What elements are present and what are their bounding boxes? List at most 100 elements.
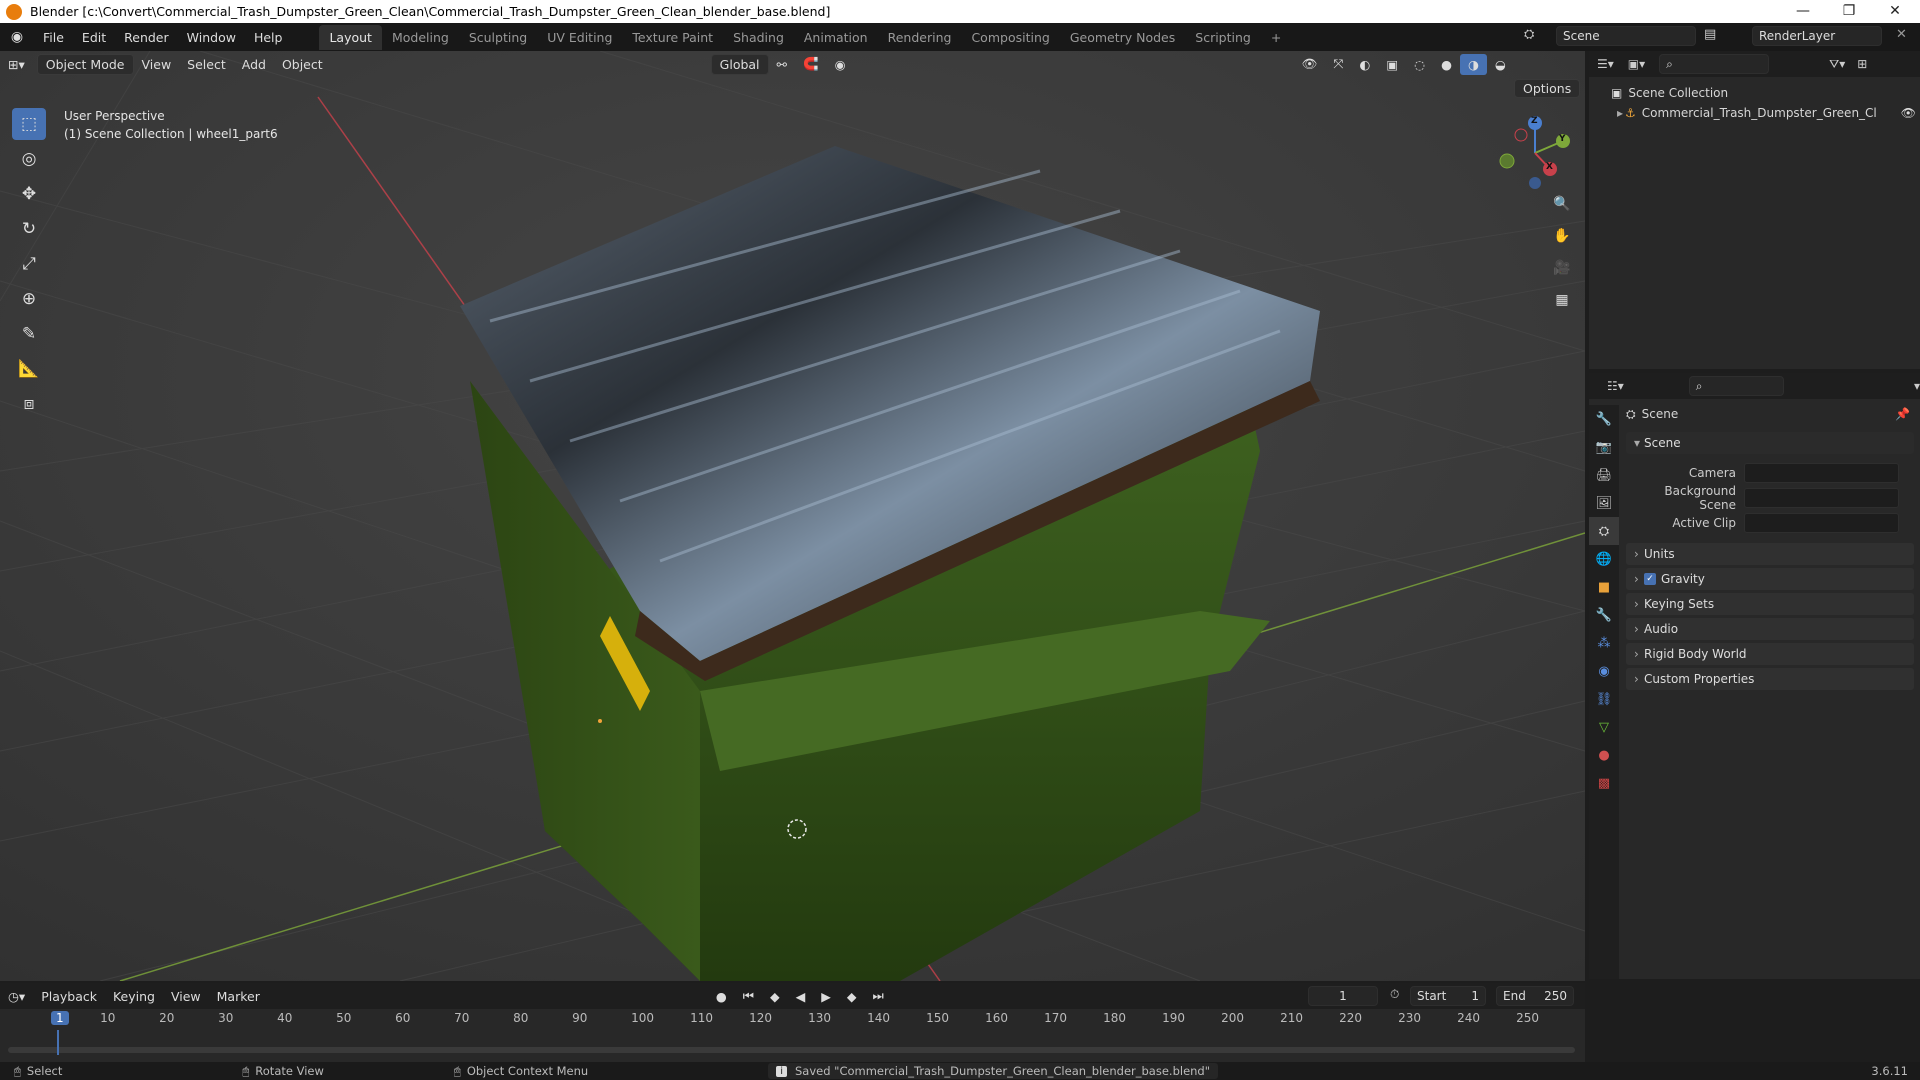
select-box-tool-icon[interactable]: ⬚ (12, 108, 46, 140)
pin-icon[interactable]: 📌 (1895, 407, 1910, 421)
close-button[interactable]: ✕ (1872, 0, 1918, 23)
proportional-edit-icon[interactable]: ◉ (827, 54, 854, 75)
playhead-line[interactable] (57, 1030, 59, 1055)
close-render-layer-icon[interactable]: ✕ (1896, 27, 1907, 42)
camera-view-icon[interactable]: 🎥 (1548, 255, 1576, 281)
physics-tab-icon[interactable]: ◉ (1589, 657, 1619, 685)
properties-editor-icon[interactable]: ☷▾ (1607, 379, 1624, 393)
material-tab-icon[interactable]: ● (1589, 741, 1619, 769)
scene-selector[interactable]: Scene (1556, 26, 1696, 46)
current-frame-field[interactable]: 1 (1308, 986, 1378, 1006)
section-units[interactable]: › Units (1626, 543, 1914, 565)
scene-panel-header[interactable]: ▾ Scene (1626, 432, 1914, 454)
eye-visibility-icon[interactable]: 👁 (1901, 106, 1916, 120)
viewport-menu-select[interactable]: Select (179, 54, 234, 75)
pan-hand-icon[interactable]: ✋ (1548, 223, 1576, 249)
tool-tab-icon[interactable]: 🔧 (1589, 405, 1619, 433)
menu-help[interactable]: Help (245, 30, 292, 45)
3d-viewport[interactable]: ⬚ ◎ ✥ ↻ ⤢ ⊕ ✎ 📐 ⧈ User Perspective (1) S… (0, 51, 1585, 981)
xray-icon[interactable]: ▣ (1378, 54, 1406, 75)
render-layer-selector[interactable]: RenderLayer (1752, 26, 1882, 46)
playback-menu[interactable]: Playback (33, 986, 105, 1007)
transform-tool-icon[interactable]: ⊕ (12, 283, 46, 315)
tab-compositing[interactable]: Compositing (961, 25, 1059, 50)
world-tab-icon[interactable]: 🌐 (1589, 545, 1619, 573)
section-custom-properties[interactable]: › Custom Properties (1626, 668, 1914, 690)
options-dropdown[interactable]: Options (1514, 79, 1581, 98)
prev-keyframe-icon[interactable]: ◆ (762, 986, 788, 1007)
tab-layout[interactable]: Layout (319, 24, 382, 50)
record-icon[interactable]: ● (708, 986, 735, 1007)
navigation-gizmo[interactable]: Z Y X (1495, 113, 1575, 193)
menu-render[interactable]: Render (115, 30, 178, 45)
gravity-checkbox[interactable]: ✓ (1644, 573, 1656, 585)
menu-edit[interactable]: Edit (73, 30, 115, 45)
section-rigid-body-world[interactable]: › Rigid Body World (1626, 643, 1914, 665)
timeline-scrollbar[interactable] (8, 1047, 1575, 1053)
play-icon[interactable]: ▶ (813, 986, 839, 1007)
tab-geometry-nodes[interactable]: Geometry Nodes (1060, 25, 1185, 50)
data-tab-icon[interactable]: ▽ (1589, 713, 1619, 741)
transform-orientation-dropdown[interactable]: Global (710, 53, 769, 75)
tab-texture-paint[interactable]: Texture Paint (622, 25, 723, 50)
background-scene-field[interactable] (1744, 487, 1899, 508)
scene-tab-icon[interactable]: ⛭ (1589, 517, 1619, 545)
texture-tab-icon[interactable]: ▩ (1589, 769, 1619, 797)
snap-icon[interactable]: 🧲 (795, 53, 827, 75)
tab-uv-editing[interactable]: UV Editing (537, 25, 622, 50)
maximize-button[interactable]: ❐ (1826, 0, 1872, 23)
rotate-tool-icon[interactable]: ↻ (12, 213, 46, 245)
properties-search-input[interactable]: ⌕ (1688, 376, 1784, 396)
start-frame-field[interactable]: Start 1 (1410, 986, 1486, 1006)
menu-window[interactable]: Window (178, 30, 245, 45)
add-workspace-button[interactable]: + (1261, 25, 1291, 50)
timeline-view-menu[interactable]: View (163, 986, 209, 1007)
scale-tool-icon[interactable]: ⤢ (12, 248, 46, 280)
filter-icon[interactable]: ⛛▾ (1829, 57, 1845, 72)
outliner-display-icon[interactable]: ▣▾ (1628, 57, 1645, 71)
timeline-editor-icon[interactable]: ◷▾ (0, 986, 33, 1007)
tab-modeling[interactable]: Modeling (382, 25, 459, 50)
solid-shading-icon[interactable]: ● (1433, 54, 1460, 75)
annotate-tool-icon[interactable]: ✎ (12, 318, 46, 350)
modifier-tab-icon[interactable]: 🔧 (1589, 601, 1619, 629)
properties-options-icon[interactable]: ▾ (1914, 379, 1920, 393)
pivot-icon[interactable]: ⚯ (769, 54, 795, 75)
render-tab-icon[interactable]: 📷 (1589, 433, 1619, 461)
outliner-editor-icon[interactable]: ☰▾ (1597, 57, 1614, 71)
active-clip-field[interactable] (1744, 512, 1899, 533)
jump-end-icon[interactable]: ⏭ (865, 985, 892, 1007)
object-tab-icon[interactable]: ■ (1589, 573, 1619, 601)
end-frame-field[interactable]: End 250 (1496, 986, 1574, 1006)
particles-tab-icon[interactable]: ⁂ (1589, 629, 1619, 657)
next-keyframe-icon[interactable]: ◆ (839, 986, 865, 1007)
outliner-item-dumpster[interactable]: Commercial_Trash_Dumpster_Green_Cl (1642, 106, 1877, 120)
add-cube-tool-icon[interactable]: ⧈ (12, 388, 46, 420)
ortho-grid-icon[interactable]: ▦ (1548, 287, 1576, 313)
jump-start-icon[interactable]: ⏮ (735, 985, 762, 1007)
preview-range-icon[interactable]: ⏱ (1390, 987, 1399, 1002)
tab-shading[interactable]: Shading (723, 25, 794, 50)
editor-type-icon[interactable]: ⊞▾ (0, 54, 33, 75)
mode-dropdown[interactable]: Object Mode (36, 53, 134, 75)
move-tool-icon[interactable]: ✥ (12, 178, 46, 210)
tab-rendering[interactable]: Rendering (878, 25, 962, 50)
view-layer-tab-icon[interactable]: 🖼 (1589, 489, 1619, 517)
play-reverse-icon[interactable]: ◀ (788, 986, 814, 1007)
cursor-tool-icon[interactable]: ◎ (12, 143, 46, 175)
wireframe-shading-icon[interactable]: ◌ (1406, 54, 1433, 75)
viewport-menu-view[interactable]: View (134, 54, 180, 75)
keying-menu[interactable]: Keying (105, 986, 163, 1007)
frame-ruler[interactable]: 1 10 20 30 40 50 60 70 80 90 100 110 120 130 140 150 160… (0, 1009, 1585, 1029)
measure-tool-icon[interactable]: 📐 (12, 353, 46, 385)
camera-field[interactable] (1744, 462, 1899, 483)
zoom-icon[interactable]: 🔍 (1548, 191, 1576, 217)
viewport-menu-object[interactable]: Object (274, 54, 331, 75)
tab-sculpting[interactable]: Sculpting (459, 25, 537, 50)
minimize-button[interactable]: — (1780, 0, 1826, 23)
tab-animation[interactable]: Animation (794, 25, 878, 50)
menu-file[interactable]: File (34, 30, 73, 45)
outliner-search-input[interactable]: ⌕ (1659, 54, 1770, 74)
blender-menu-icon[interactable]: ◉ (0, 29, 34, 45)
gizmo-toggle-icon[interactable]: ⤧ (1325, 53, 1351, 75)
